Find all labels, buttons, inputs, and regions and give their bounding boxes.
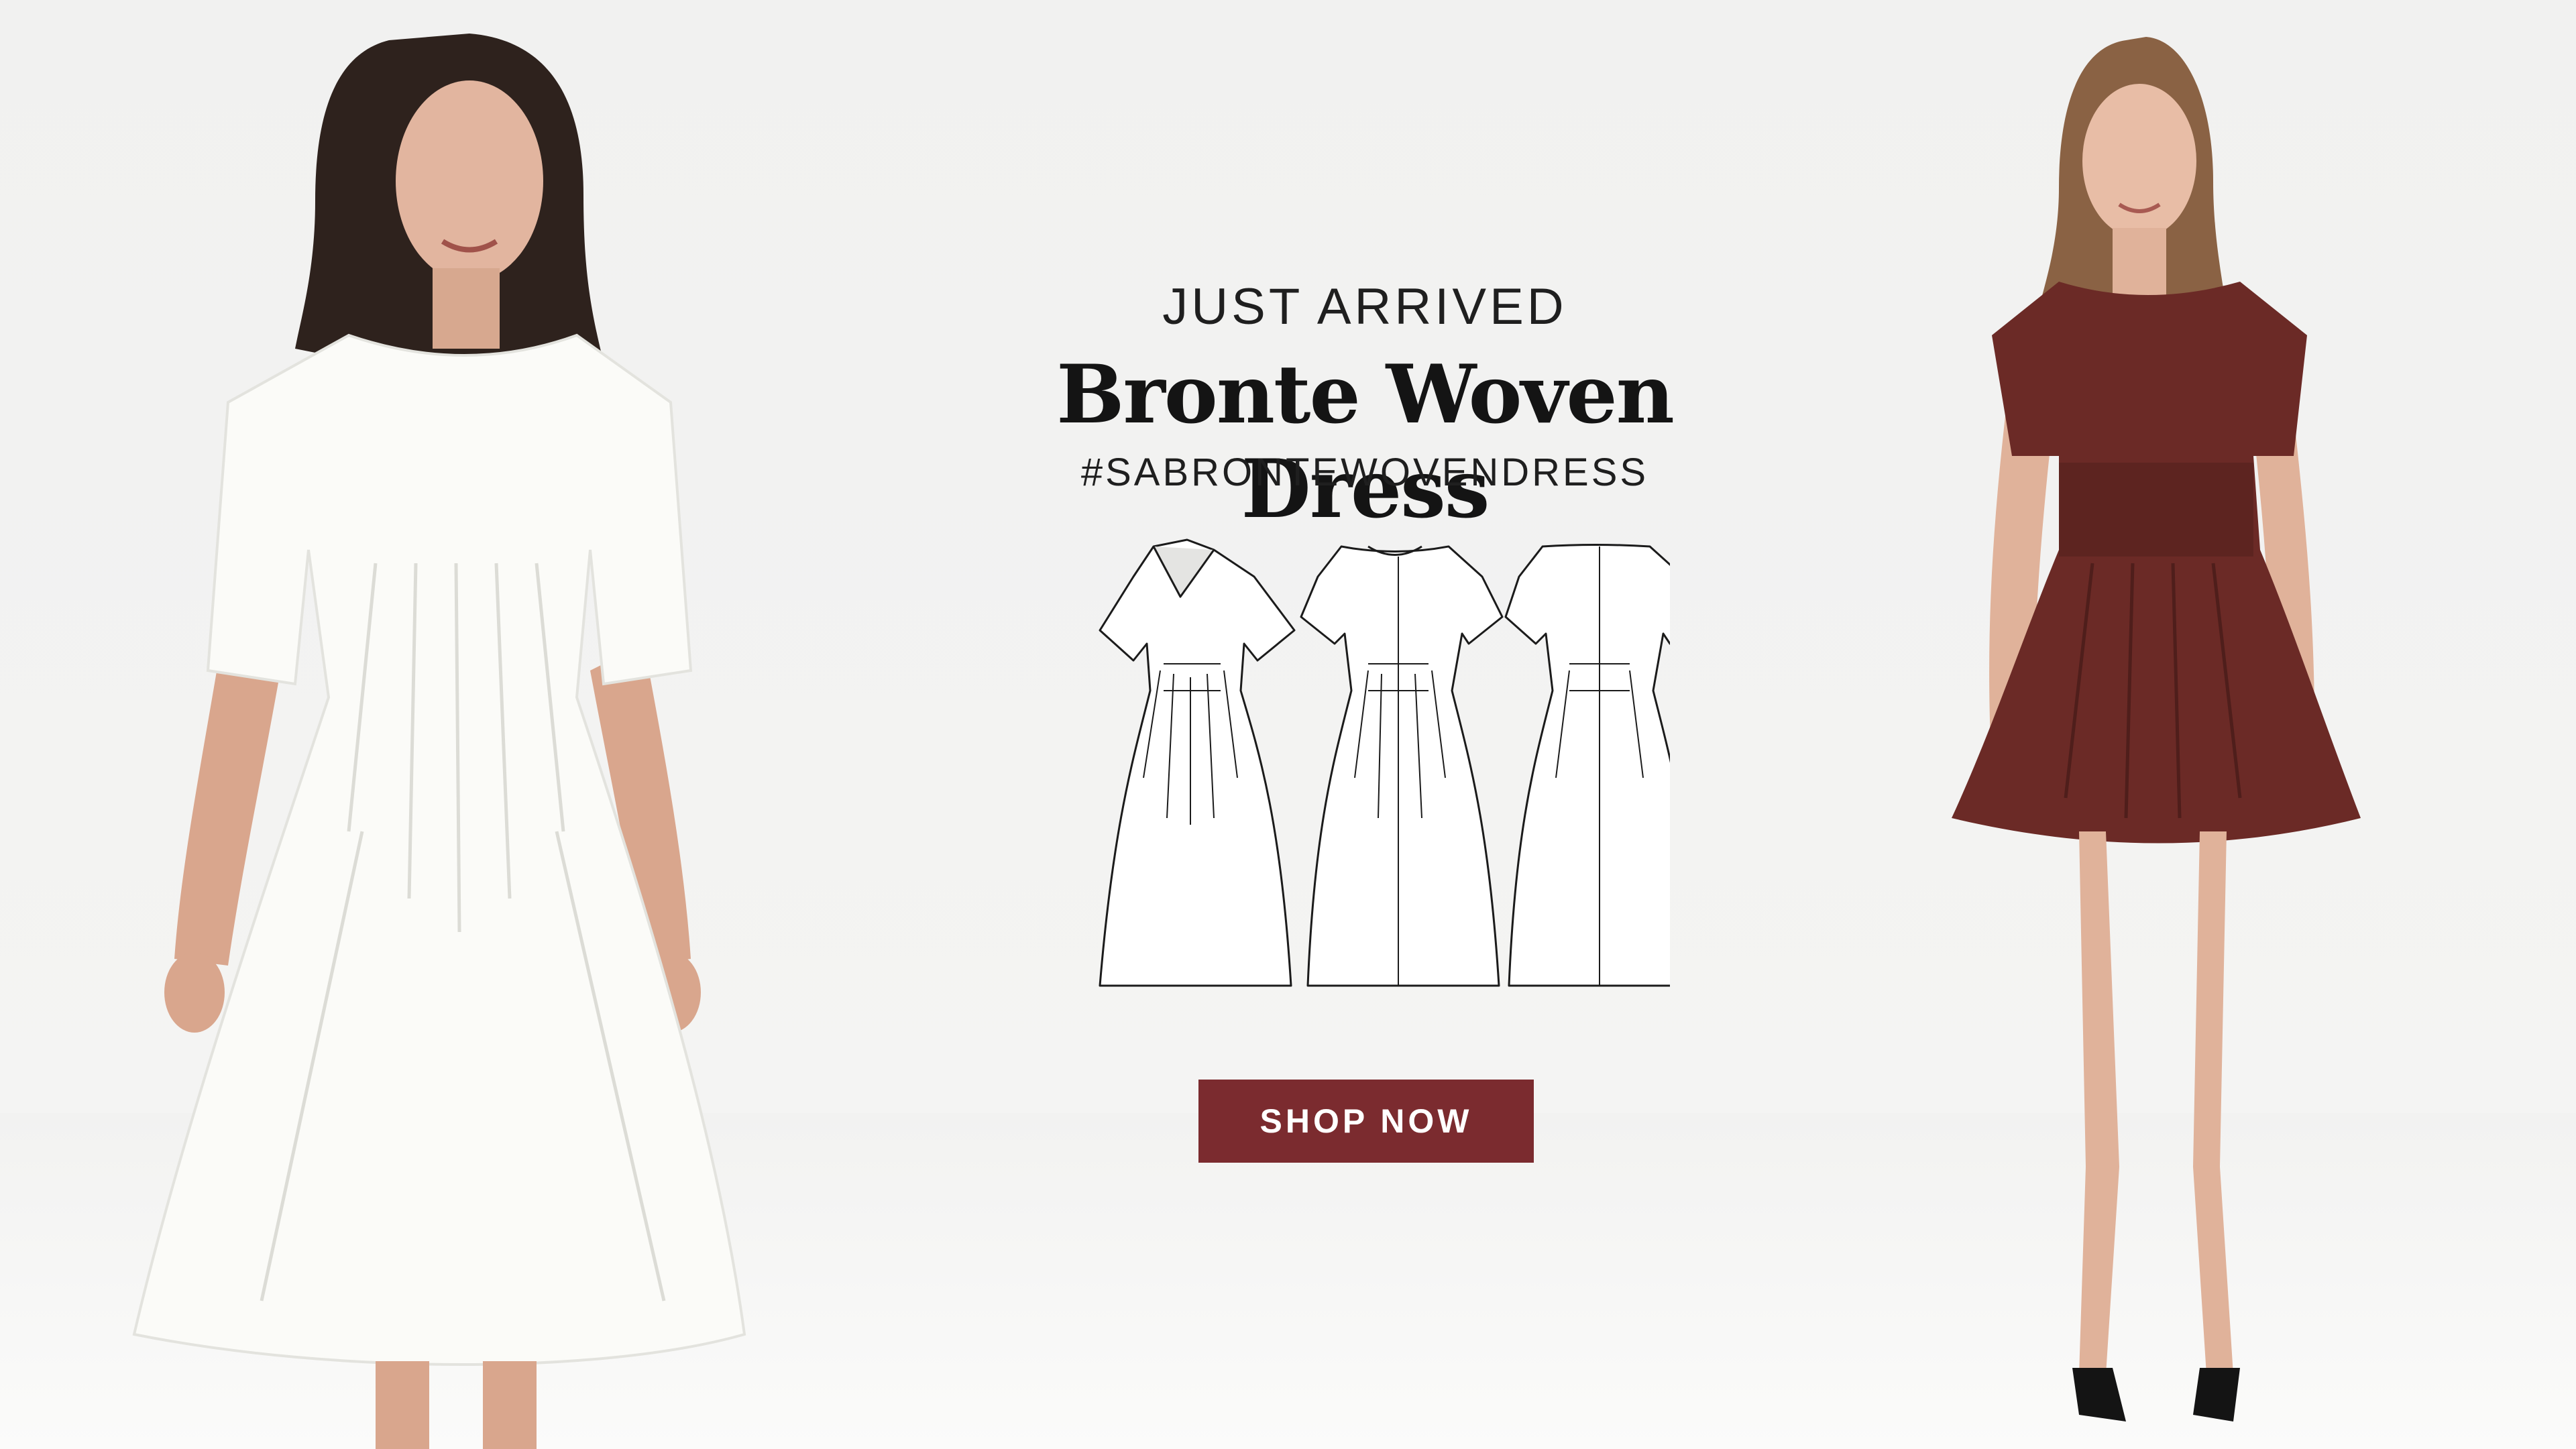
right-model-image: [1952, 37, 2361, 1422]
hero-content: JUST ARRIVED Bronte Woven Dress #SABRONT…: [939, 0, 1791, 1449]
dress-front-round-neck-sketch: [1300, 545, 1504, 987]
hashtag-text: #SABRONTEWOVENDRESS: [1080, 451, 1649, 494]
dress-technical-sketches: [1099, 538, 1670, 987]
dress-front-v-neck-sketch: [1099, 538, 1296, 987]
eyebrow-text: JUST ARRIVED: [1162, 278, 1567, 335]
shop-now-button[interactable]: SHOP NOW: [1198, 1080, 1534, 1163]
dress-back-sketch: [1504, 544, 1670, 987]
product-title: Bronte Woven Dress: [1056, 347, 1675, 536]
left-model-image: [132, 34, 746, 1449]
